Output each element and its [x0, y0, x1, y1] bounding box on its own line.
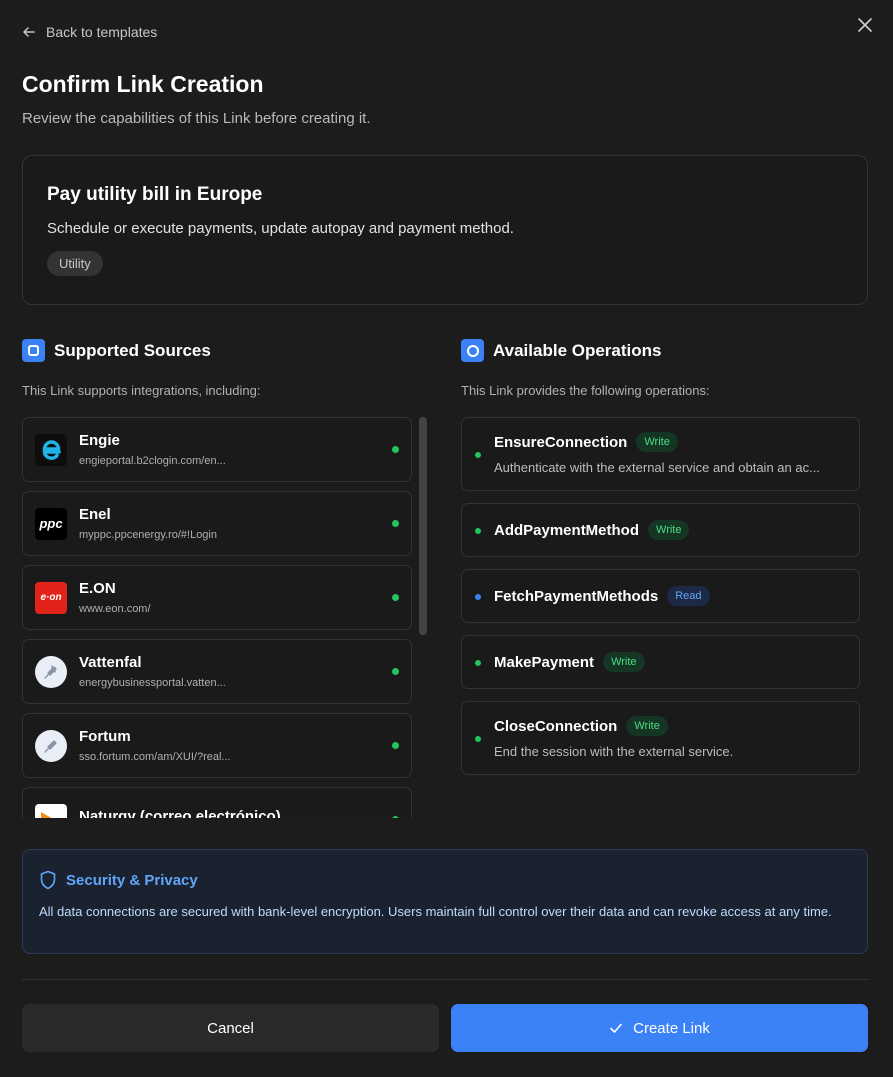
- page-title: Confirm Link Creation: [22, 71, 264, 97]
- template-summary-card: Pay utility bill in Europe Schedule or e…: [22, 155, 868, 305]
- operation-item: AddPaymentMethod Write: [461, 503, 860, 557]
- source-item-naturgy[interactable]: Naturgy (correo electrónico): [22, 787, 412, 818]
- back-label: Back to templates: [46, 24, 158, 40]
- square-icon: [22, 339, 45, 362]
- supported-sources-title: Supported Sources: [54, 340, 211, 360]
- check-icon: [610, 1023, 622, 1033]
- write-badge: Write: [603, 652, 645, 672]
- cancel-button[interactable]: Cancel: [22, 1004, 439, 1052]
- available-operations-heading: Available Operations: [461, 339, 661, 362]
- operation-description: Authenticate with the external service a…: [494, 460, 820, 475]
- ppc-logo-text: ppc: [39, 516, 63, 531]
- status-dot: [392, 594, 399, 601]
- write-badge: Write: [648, 520, 690, 540]
- source-url: www.eon.com/: [79, 603, 151, 615]
- status-dot: [392, 520, 399, 527]
- sources-scrollbar[interactable]: [419, 417, 427, 635]
- status-dot: [392, 446, 399, 453]
- source-url: myppc.ppcenergy.ro/#!Login: [79, 529, 217, 541]
- supported-sources-heading: Supported Sources: [22, 339, 211, 362]
- source-name: E.ON: [79, 580, 116, 597]
- supported-sources-description: This Link supports integrations, includi…: [22, 383, 261, 398]
- source-url: sso.fortum.com/am/XUI/?real...: [79, 751, 231, 763]
- source-item-vattenfal[interactable]: Vattenfal energybusinessportal.vatten...: [22, 639, 412, 704]
- circle-icon: [461, 339, 484, 362]
- back-to-templates-link[interactable]: Back to templates: [22, 24, 157, 40]
- security-privacy-notice: Security & Privacy All data connections …: [22, 849, 868, 954]
- operation-item: CloseConnection Write End the session wi…: [461, 701, 860, 775]
- create-link-button[interactable]: Create Link: [451, 1004, 868, 1052]
- eon-logo-text: e·on: [40, 592, 62, 603]
- write-badge: Write: [636, 432, 678, 452]
- status-dot: [475, 660, 481, 666]
- status-dot: [475, 528, 481, 534]
- engie-logo-icon: [35, 433, 67, 466]
- plug-icon: [35, 655, 67, 688]
- operation-item: EnsureConnection Write Authenticate with…: [461, 417, 860, 491]
- operation-name: MakePayment: [494, 653, 595, 671]
- template-description: Schedule or execute payments, update aut…: [47, 220, 514, 237]
- status-dot: [475, 736, 481, 742]
- status-dot: [475, 452, 481, 458]
- write-badge: Write: [626, 716, 668, 736]
- operation-name: AddPaymentMethod: [494, 521, 640, 539]
- arrow-left-icon: [23, 27, 35, 37]
- template-name: Pay utility bill in Europe: [47, 184, 263, 205]
- source-item-fortum[interactable]: Fortum sso.fortum.com/am/XUI/?real...: [22, 713, 412, 778]
- plug-icon: [35, 729, 67, 762]
- naturgy-logo-icon: [35, 803, 67, 818]
- operation-description: End the session with the external servic…: [494, 744, 734, 759]
- source-name: Vattenfal: [79, 654, 142, 671]
- source-name: Enel: [79, 506, 111, 523]
- read-badge: Read: [667, 586, 710, 606]
- security-text: All data connections are secured with ba…: [39, 904, 832, 919]
- status-dot: [392, 668, 399, 675]
- operation-name: EnsureConnection: [494, 433, 628, 451]
- available-operations-description: This Link provides the following operati…: [461, 383, 710, 398]
- source-name: Fortum: [79, 728, 131, 745]
- security-title: Security & Privacy: [66, 871, 198, 889]
- divider: [22, 979, 868, 980]
- sources-list[interactable]: Engie engieportal.b2clogin.com/en... ppc…: [22, 417, 412, 818]
- source-item-eon[interactable]: e·on E.ON www.eon.com/: [22, 565, 412, 630]
- operation-name: FetchPaymentMethods: [494, 587, 659, 605]
- shield-icon: [40, 870, 56, 890]
- operations-list: EnsureConnection Write Authenticate with…: [461, 417, 860, 787]
- source-url: engieportal.b2clogin.com/en...: [79, 455, 226, 467]
- create-link-label: Create Link: [633, 1019, 710, 1037]
- operation-name: CloseConnection: [494, 717, 618, 735]
- status-dot: [392, 816, 399, 818]
- source-url: energybusinessportal.vatten...: [79, 677, 226, 689]
- cancel-label: Cancel: [207, 1019, 254, 1037]
- source-item-engie[interactable]: Engie engieportal.b2clogin.com/en...: [22, 417, 412, 482]
- eon-logo-icon: e·on: [35, 581, 67, 614]
- close-icon[interactable]: [856, 16, 874, 34]
- source-item-enel[interactable]: ppc Enel myppc.ppcenergy.ro/#!Login: [22, 491, 412, 556]
- available-operations-title: Available Operations: [493, 340, 662, 360]
- template-tag: Utility: [47, 251, 103, 276]
- source-name: Naturgy (correo electrónico): [79, 808, 281, 818]
- source-name: Engie: [79, 432, 120, 449]
- page-subtitle: Review the capabilities of this Link bef…: [22, 110, 371, 127]
- operation-item: MakePayment Write: [461, 635, 860, 689]
- operation-item: FetchPaymentMethods Read: [461, 569, 860, 623]
- status-dot: [475, 594, 481, 600]
- status-dot: [392, 742, 399, 749]
- ppc-logo-icon: ppc: [35, 507, 67, 540]
